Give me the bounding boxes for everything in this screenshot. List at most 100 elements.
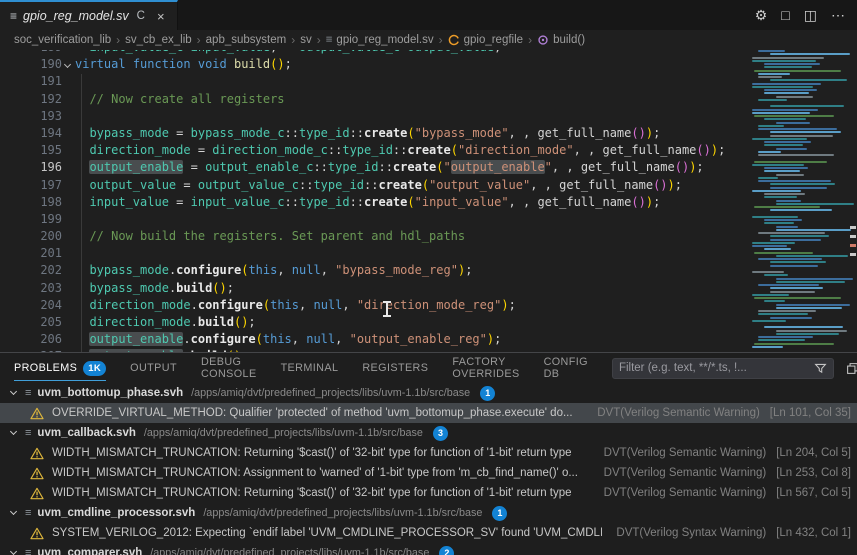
line-number[interactable]: 194: [0, 125, 62, 142]
code-line[interactable]: 201: [0, 245, 748, 262]
problem-row[interactable]: WIDTH_MISMATCH_TRUNCATION: Assignment to…: [0, 463, 857, 483]
line-number[interactable]: 205: [0, 314, 62, 331]
line-number[interactable]: 200: [0, 228, 62, 245]
fold-chevron-icon[interactable]: [62, 56, 75, 73]
panel-tab-output[interactable]: OUTPUT: [130, 353, 177, 383]
problem-count-badge: 2: [439, 546, 454, 555]
settings-gear-icon[interactable]: ⚙: [755, 8, 768, 22]
code-line[interactable]: 203 bypass_mode.build();: [0, 280, 748, 297]
panel-tab-problems[interactable]: PROBLEMS1K: [14, 353, 106, 383]
chevron-down-icon[interactable]: [10, 509, 19, 518]
problem-row[interactable]: WIDTH_MISMATCH_TRUNCATION: Returning '$c…: [0, 483, 857, 503]
code-line[interactable]: 196 output_enable = output_enable_c::typ…: [0, 159, 748, 176]
breadcrumb-item-sv-cb-ex-lib[interactable]: sv_cb_ex_lib: [125, 34, 191, 46]
panel-tab-label: REGISTERS: [362, 362, 428, 374]
line-number[interactable]: 191: [0, 73, 62, 90]
code-line[interactable]: 197 output_value = output_value_c::type_…: [0, 177, 748, 194]
code-line[interactable]: 200 // Now build the registers. Set pare…: [0, 228, 748, 245]
chevron-down-icon[interactable]: [10, 549, 19, 555]
code-line[interactable]: 206 output_enable.configure(this, null, …: [0, 331, 748, 348]
problem-file-row[interactable]: ≡uvm_callback.svh/apps/amiq/dvt/predefin…: [0, 423, 857, 443]
panel-tab-label: TERMINAL: [281, 362, 339, 374]
breadcrumb-item-soc-verification-lib[interactable]: soc_verification_lib: [14, 34, 111, 46]
minimap[interactable]: [748, 50, 848, 352]
breadcrumb-item-gpio-regfile[interactable]: gpio_regfile: [448, 34, 523, 46]
filter-input[interactable]: [619, 362, 814, 374]
code-line[interactable]: 202 bypass_mode.configure(this, null, "b…: [0, 262, 748, 279]
overview-ruler[interactable]: [848, 50, 857, 352]
line-number[interactable]: 199: [0, 211, 62, 228]
warning-icon: [30, 407, 44, 420]
line-number[interactable]: 196: [0, 159, 62, 176]
code-line[interactable]: 194 bypass_mode = bypass_mode_c::type_id…: [0, 125, 748, 142]
panel-tab-debug-console[interactable]: DEBUG CONSOLE: [201, 353, 257, 383]
tab-close-icon[interactable]: ×: [155, 9, 167, 24]
line-number[interactable]: 203: [0, 280, 62, 297]
breadcrumb-label: soc_verification_lib: [14, 34, 111, 46]
minimap-line: [770, 53, 850, 55]
problem-message: WIDTH_MISMATCH_TRUNCATION: Assignment to…: [52, 467, 578, 479]
problem-file-row[interactable]: ≡uvm_cmdline_processor.svh/apps/amiq/dvt…: [0, 503, 857, 523]
code-editor[interactable]: 189 input_value_c input_value; output_va…: [0, 50, 857, 352]
fold-gutter: [62, 331, 75, 348]
line-number[interactable]: 192: [0, 91, 62, 108]
problem-position: [Ln 101, Col 35]: [770, 407, 851, 419]
problems-filter[interactable]: [612, 358, 834, 379]
line-number[interactable]: 198: [0, 194, 62, 211]
panel-tab-terminal[interactable]: TERMINAL: [281, 353, 339, 383]
problem-row[interactable]: OVERRIDE_VIRTUAL_METHOD: Qualifier 'prot…: [0, 403, 857, 423]
line-number[interactable]: 195: [0, 142, 62, 159]
minimap-line: [776, 333, 839, 335]
more-actions-icon[interactable]: ⋯: [831, 8, 845, 22]
layout-icon[interactable]: □: [781, 8, 789, 22]
minimap-line: [764, 196, 797, 198]
minimap-line: [776, 203, 854, 205]
line-number[interactable]: 197: [0, 177, 62, 194]
breadcrumb-item-gpio-reg-model-sv[interactable]: ≡gpio_reg_model.sv: [326, 34, 434, 46]
problem-file-row[interactable]: ≡uvm_comparer.svh/apps/amiq/dvt/predefin…: [0, 543, 857, 555]
chevron-down-icon[interactable]: [10, 429, 19, 438]
line-number[interactable]: 206: [0, 331, 62, 348]
panel-tab-factory-overrides[interactable]: FACTORY OVERRIDES: [452, 353, 519, 383]
breadcrumb-item-build[interactable]: build(): [537, 34, 585, 46]
tab-gpio-reg-model[interactable]: ≡ gpio_reg_model.sv C ×: [0, 0, 178, 30]
minimap-line: [758, 50, 785, 52]
line-number[interactable]: 202: [0, 262, 62, 279]
duplicate-panel-icon[interactable]: [846, 362, 857, 375]
code-line[interactable]: 198 input_value = input_value_c::type_id…: [0, 194, 748, 211]
chevron-down-icon[interactable]: [10, 389, 19, 398]
code-line[interactable]: 205 direction_mode.build();: [0, 314, 748, 331]
problem-source: DVT(Verilog Syntax Warning): [602, 527, 766, 539]
minimap-line: [770, 239, 821, 241]
minimap-line: [752, 86, 813, 88]
line-number[interactable]: 204: [0, 297, 62, 314]
code-line[interactable]: 190virtual function void build();: [0, 56, 748, 73]
breadcrumb-item-sv[interactable]: sv: [300, 34, 312, 46]
minimap-line: [764, 248, 791, 250]
split-editor-icon[interactable]: ◫: [804, 8, 817, 22]
code-line[interactable]: 204 direction_mode.configure(this, null,…: [0, 297, 748, 314]
problem-row[interactable]: SYSTEM_VERILOG_2012: Expecting `endif la…: [0, 523, 857, 543]
code-line[interactable]: 192 // Now create all registers: [0, 91, 748, 108]
code-line[interactable]: 195 direction_mode = direction_mode_c::t…: [0, 142, 748, 159]
line-number[interactable]: 201: [0, 245, 62, 262]
line-number[interactable]: 193: [0, 108, 62, 125]
panel-tab-config-db[interactable]: CONFIG DB: [544, 353, 588, 383]
problem-row[interactable]: WIDTH_MISMATCH_TRUNCATION: Returning '$c…: [0, 443, 857, 463]
breadcrumb-item-apb-subsystem[interactable]: apb_subsystem: [206, 34, 287, 46]
code-line[interactable]: 191: [0, 73, 748, 90]
fold-gutter: [62, 73, 75, 90]
code-lines[interactable]: 189 input_value_c input_value; output_va…: [0, 50, 748, 352]
problem-position: [Ln 204, Col 5]: [776, 447, 851, 459]
minimap-line: [758, 151, 781, 153]
minimap-line: [776, 229, 851, 231]
minimap-line: [770, 209, 832, 211]
line-number[interactable]: 190: [0, 56, 62, 73]
problem-file-row[interactable]: ≡uvm_bottomup_phase.svh/apps/amiq/dvt/pr…: [0, 383, 857, 403]
problem-file-name: uvm_callback.svh: [37, 427, 135, 439]
panel-tab-registers[interactable]: REGISTERS: [362, 353, 428, 383]
code-line[interactable]: 199: [0, 211, 748, 228]
code-line[interactable]: 193: [0, 108, 748, 125]
fold-gutter: [62, 280, 75, 297]
scroll-mark: [850, 244, 856, 247]
